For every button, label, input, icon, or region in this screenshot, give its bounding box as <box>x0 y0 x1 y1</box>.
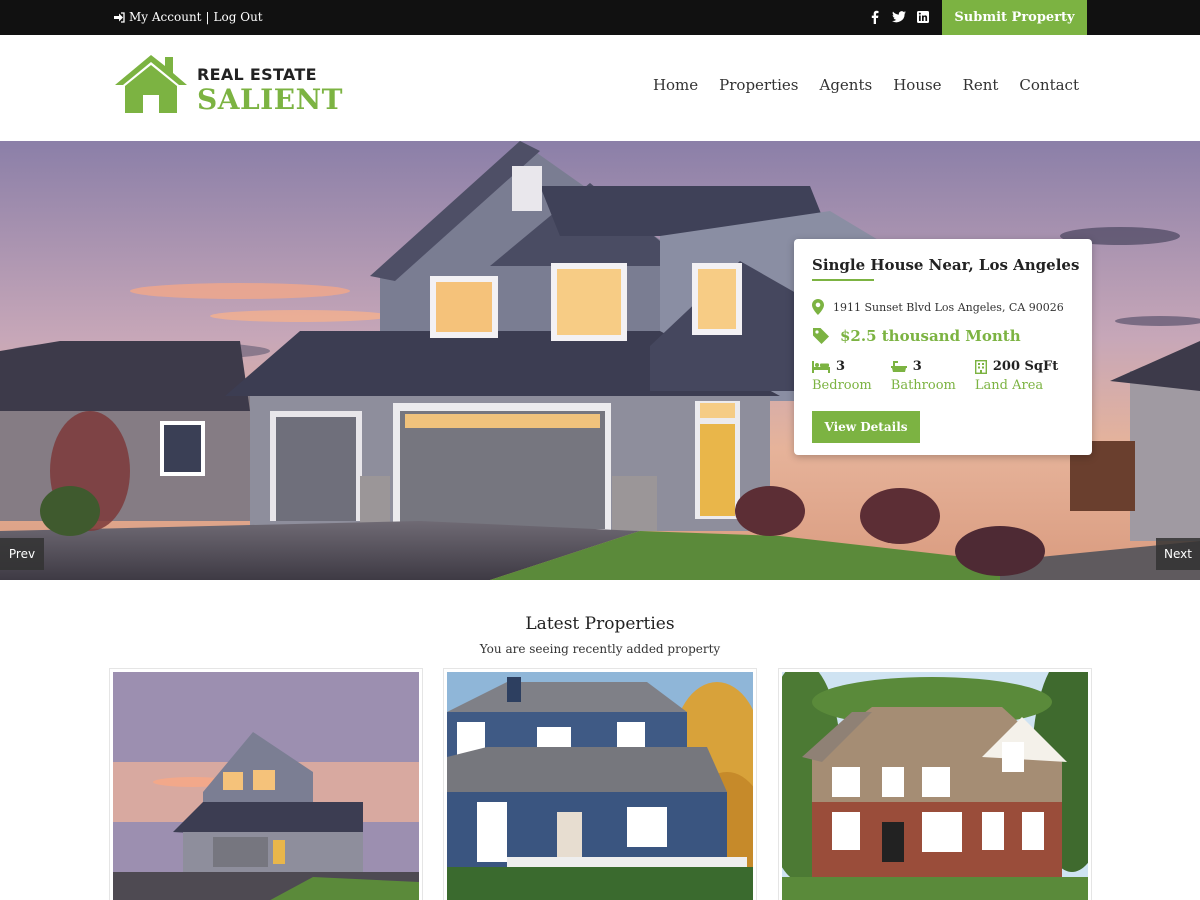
featured-property-card: Single House Near, Los Angeles 1911 Suns… <box>794 239 1092 455</box>
top-bar: My Account | Log Out Submit Property <box>0 0 1200 35</box>
land-area-label: Land Area <box>974 378 1044 393</box>
address-text: 1911 Sunset Blvd Los Angeles, CA 90026 <box>833 300 1064 314</box>
account-links: My Account | Log Out <box>113 10 263 24</box>
bathroom-label: Bathroom <box>890 378 956 393</box>
hero-slider: Prev Next Single House Near, Los Angeles… <box>0 141 1200 580</box>
nav-agents[interactable]: Agents <box>820 76 873 94</box>
nav-rent[interactable]: Rent <box>963 76 999 94</box>
nav-house[interactable]: House <box>893 76 941 94</box>
bed-icon <box>812 360 830 373</box>
property-image-1 <box>113 672 419 900</box>
property-thumb-2[interactable] <box>443 668 757 900</box>
facebook-icon[interactable] <box>868 9 882 25</box>
logo-text-bottom: SALIENT <box>197 83 344 116</box>
submit-property-button[interactable]: Submit Property <box>942 0 1087 35</box>
slider-next-button[interactable]: Next <box>1156 538 1200 570</box>
property-features: 3 Bedroom 3 Bathroom 200 SqFt Land Area <box>812 359 1077 393</box>
property-thumb-1[interactable] <box>109 668 423 900</box>
log-out-link[interactable]: Log Out <box>214 10 263 24</box>
house-logo-icon <box>115 55 187 113</box>
feature-land-area: 200 SqFt Land Area <box>974 359 1059 393</box>
map-marker-icon <box>812 299 824 315</box>
linkedin-icon[interactable] <box>916 9 930 25</box>
social-links <box>868 9 930 25</box>
price-text: $2.5 thousand Month <box>840 327 1021 345</box>
bedroom-label: Bedroom <box>812 378 872 393</box>
feature-bathroom: 3 Bathroom <box>890 359 956 393</box>
site-header: REAL ESTATE SALIENT Home Properties Agen… <box>0 35 1200 141</box>
slider-prev-button[interactable]: Prev <box>0 538 44 570</box>
bedroom-count: 3 <box>836 359 846 374</box>
property-address: 1911 Sunset Blvd Los Angeles, CA 90026 <box>812 299 1064 315</box>
logo-text-top: REAL ESTATE <box>197 65 317 84</box>
twitter-icon[interactable] <box>892 9 906 25</box>
property-image-2 <box>447 672 753 900</box>
building-icon <box>974 359 987 374</box>
my-account-link[interactable]: My Account <box>129 10 202 24</box>
latest-properties-title: Latest Properties <box>525 614 675 634</box>
bathroom-count: 3 <box>912 359 922 374</box>
title-underline <box>812 279 874 281</box>
main-nav: Home Properties Agents House Rent Contac… <box>653 76 1079 94</box>
sign-in-icon <box>114 11 125 23</box>
nav-properties[interactable]: Properties <box>719 76 798 94</box>
property-price: $2.5 thousand Month <box>812 327 1021 345</box>
view-details-button[interactable]: View Details <box>812 411 920 443</box>
account-separator: | <box>205 10 210 24</box>
nav-home[interactable]: Home <box>653 76 698 94</box>
property-image-3 <box>782 672 1088 900</box>
site-logo[interactable]: REAL ESTATE SALIENT <box>113 53 343 119</box>
property-title[interactable]: Single House Near, Los Angeles <box>812 256 1079 274</box>
latest-properties-subtitle: You are seeing recently added property <box>479 642 721 656</box>
bath-icon <box>890 360 907 372</box>
property-thumb-3[interactable] <box>778 668 1092 900</box>
tag-icon <box>813 328 829 344</box>
nav-contact[interactable]: Contact <box>1019 76 1079 94</box>
feature-bedroom: 3 Bedroom <box>812 359 872 393</box>
land-area-value: 200 SqFt <box>992 359 1059 374</box>
